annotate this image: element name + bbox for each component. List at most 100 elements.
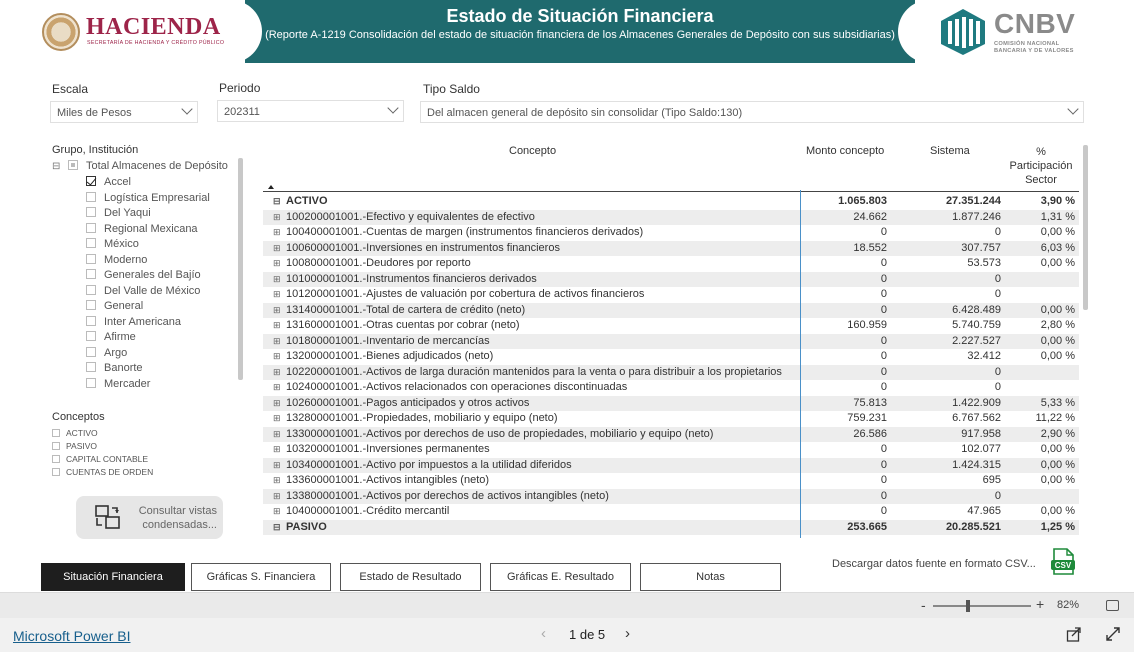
tab-page[interactable]: Gráficas S. Financiera (191, 563, 331, 591)
collapse-icon[interactable]: ⊟ (52, 161, 62, 172)
expand-toggle-icon[interactable]: ⊞ (273, 398, 283, 408)
checkbox[interactable] (86, 346, 96, 357)
concepto-item[interactable]: CUENTAS DE ORDEN (52, 467, 153, 477)
slicer-scrollbar[interactable] (238, 158, 243, 380)
slicer-item[interactable]: Mercader (86, 377, 150, 393)
table-row[interactable]: ⊞ 104000001001.-Crédito mercantil 0 47.965 0… (263, 504, 1079, 520)
slicer-item[interactable]: Generales del Bajío (86, 269, 201, 284)
col-header-monto[interactable]: Monto concepto (806, 145, 884, 157)
periodo-dropdown[interactable]: 202311 (217, 100, 404, 122)
slicer-item[interactable]: México (86, 238, 139, 253)
table-scrollbar[interactable] (1083, 145, 1088, 310)
table-row[interactable]: ⊞ 100600001001.-Inversiones en instrument… (263, 240, 1079, 256)
slicer-item[interactable]: Afirme (86, 331, 136, 346)
slicer-root[interactable]: ⊟ Total Almacenes de Depósito (52, 160, 228, 175)
tab-page[interactable]: Estado de Resultado (340, 563, 481, 591)
col-header-participacion[interactable]: % Participación Sector (1005, 145, 1077, 187)
checkbox[interactable] (52, 429, 60, 437)
previous-page-icon[interactable]: ‹ (541, 625, 546, 642)
expand-toggle-icon[interactable]: ⊟ (273, 196, 283, 206)
slicer-item[interactable]: General (86, 300, 143, 315)
checkbox[interactable] (86, 315, 96, 326)
checkbox[interactable] (86, 331, 96, 341)
checkbox[interactable] (86, 207, 96, 217)
checkbox[interactable] (86, 284, 96, 295)
checkbox[interactable] (86, 269, 96, 279)
slicer-item[interactable]: Del Yaqui (86, 207, 151, 222)
table-row[interactable]: ⊞ 100400001001.-Cuentas de margen (instru… (263, 225, 1079, 241)
expand-toggle-icon[interactable]: ⊞ (273, 305, 283, 315)
checkbox[interactable] (86, 300, 96, 310)
zoom-slider[interactable] (933, 605, 1031, 607)
slicer-item[interactable]: Moderno (86, 253, 147, 269)
table-row[interactable]: ⊞ 132000001001.-Bienes adjudicados (neto)… (263, 349, 1079, 365)
expand-toggle-icon[interactable]: ⊞ (273, 274, 283, 284)
table-row[interactable]: ⊞ 133800001001.-Activos por derechos de a… (263, 488, 1079, 504)
expand-toggle-icon[interactable]: ⊞ (273, 289, 283, 299)
expand-toggle-icon[interactable]: ⊞ (273, 367, 283, 377)
zoom-out-button[interactable]: - (921, 597, 926, 613)
fit-to-page-icon[interactable] (1106, 600, 1119, 611)
checkbox[interactable] (86, 222, 96, 233)
table-row[interactable]: ⊞ 103400001001.-Activo por impuestos a la… (263, 457, 1079, 473)
next-page-icon[interactable]: › (625, 625, 630, 642)
slicer-item[interactable]: Del Valle de México (86, 284, 200, 300)
checkbox[interactable] (86, 176, 96, 186)
expand-toggle-icon[interactable]: ⊞ (273, 320, 283, 330)
slicer-item[interactable]: Banorte (86, 362, 143, 377)
table-row[interactable]: ⊞ 101200001001.-Ajustes de valuación por … (263, 287, 1079, 303)
checkbox[interactable] (86, 238, 96, 248)
table-row[interactable]: ⊞ 102600001001.-Pagos anticipados y otros… (263, 395, 1079, 411)
expand-toggle-icon[interactable]: ⊞ (273, 258, 283, 268)
table-row[interactable]: ⊞ 131600001001.-Otras cuentas por cobrar … (263, 318, 1079, 334)
expand-toggle-icon[interactable]: ⊞ (273, 444, 283, 454)
expand-toggle-icon[interactable]: ⊞ (273, 460, 283, 470)
slicer-item[interactable]: Accel (86, 176, 131, 191)
expand-toggle-icon[interactable]: ⊞ (273, 491, 283, 501)
table-row[interactable]: ⊞ 103200001001.-Inversiones permanentes 0 1… (263, 442, 1079, 458)
consultar-vistas-button[interactable]: Consultar vistas condensadas... (76, 496, 223, 539)
expand-toggle-icon[interactable]: ⊞ (273, 429, 283, 439)
tipo-saldo-dropdown[interactable]: Del almacen general de depósito sin cons… (420, 101, 1084, 123)
slicer-item[interactable]: Logística Empresarial (86, 191, 210, 207)
csv-download-icon[interactable]: CSV (1050, 548, 1076, 576)
sort-ascending-icon[interactable] (268, 185, 274, 189)
download-csv-label[interactable]: Descargar datos fuente en formato CSV... (832, 558, 1036, 570)
zoom-slider-thumb[interactable] (966, 600, 970, 612)
fullscreen-icon[interactable] (1105, 626, 1121, 642)
table-row[interactable]: ⊞ 133600001001.-Activos intangibles (neto… (263, 473, 1079, 489)
table-row[interactable]: ⊞ 132800001001.-Propiedades, mobiliario y… (263, 411, 1079, 427)
checkbox[interactable] (86, 191, 96, 202)
share-icon[interactable] (1066, 626, 1082, 642)
tab-page[interactable]: Gráficas E. Resultado (490, 563, 631, 591)
concepto-item[interactable]: PASIVO (52, 441, 97, 451)
slicer-item[interactable]: Regional Mexicana (86, 222, 198, 238)
concepto-item[interactable]: ACTIVO (52, 428, 98, 438)
concepto-item[interactable]: CAPITAL CONTABLE (52, 454, 148, 464)
expand-toggle-icon[interactable]: ⊞ (273, 336, 283, 346)
power-bi-link[interactable]: Microsoft Power BI (13, 628, 130, 644)
expand-toggle-icon[interactable]: ⊞ (273, 506, 283, 516)
checkbox[interactable] (68, 160, 78, 170)
slicer-item[interactable]: Argo (86, 346, 127, 362)
checkbox[interactable] (86, 362, 96, 372)
checkbox[interactable] (86, 377, 96, 388)
checkbox[interactable] (52, 455, 60, 463)
table-row[interactable]: ⊞ 102200001001.-Activos de larga duración… (263, 364, 1079, 380)
expand-toggle-icon[interactable]: ⊟ (273, 522, 283, 532)
expand-toggle-icon[interactable]: ⊞ (273, 382, 283, 392)
expand-toggle-icon[interactable]: ⊞ (273, 475, 283, 485)
tab-page[interactable]: Notas (640, 563, 781, 591)
expand-toggle-icon[interactable]: ⊞ (273, 243, 283, 253)
table-row[interactable]: ⊞ 102400001001.-Activos relacionados con … (263, 380, 1079, 396)
table-row[interactable]: ⊟ PASIVO 253.665 20.285.521 1,25 % (263, 519, 1079, 535)
expand-toggle-icon[interactable]: ⊞ (273, 351, 283, 361)
col-header-concepto[interactable]: Concepto (509, 145, 556, 157)
table-row[interactable]: ⊞ 100800001001.-Deudores por reporto 0 53.5… (263, 256, 1079, 272)
tab-page[interactable]: Situación Financiera (41, 563, 185, 591)
col-header-sistema[interactable]: Sistema (930, 145, 970, 157)
checkbox[interactable] (52, 468, 60, 476)
table-row[interactable]: ⊞ 133000001001.-Activos por derechos de u… (263, 426, 1079, 442)
checkbox[interactable] (86, 253, 96, 264)
table-row[interactable]: ⊞ 100200001001.-Efectivo y equivalentes d… (263, 209, 1079, 225)
